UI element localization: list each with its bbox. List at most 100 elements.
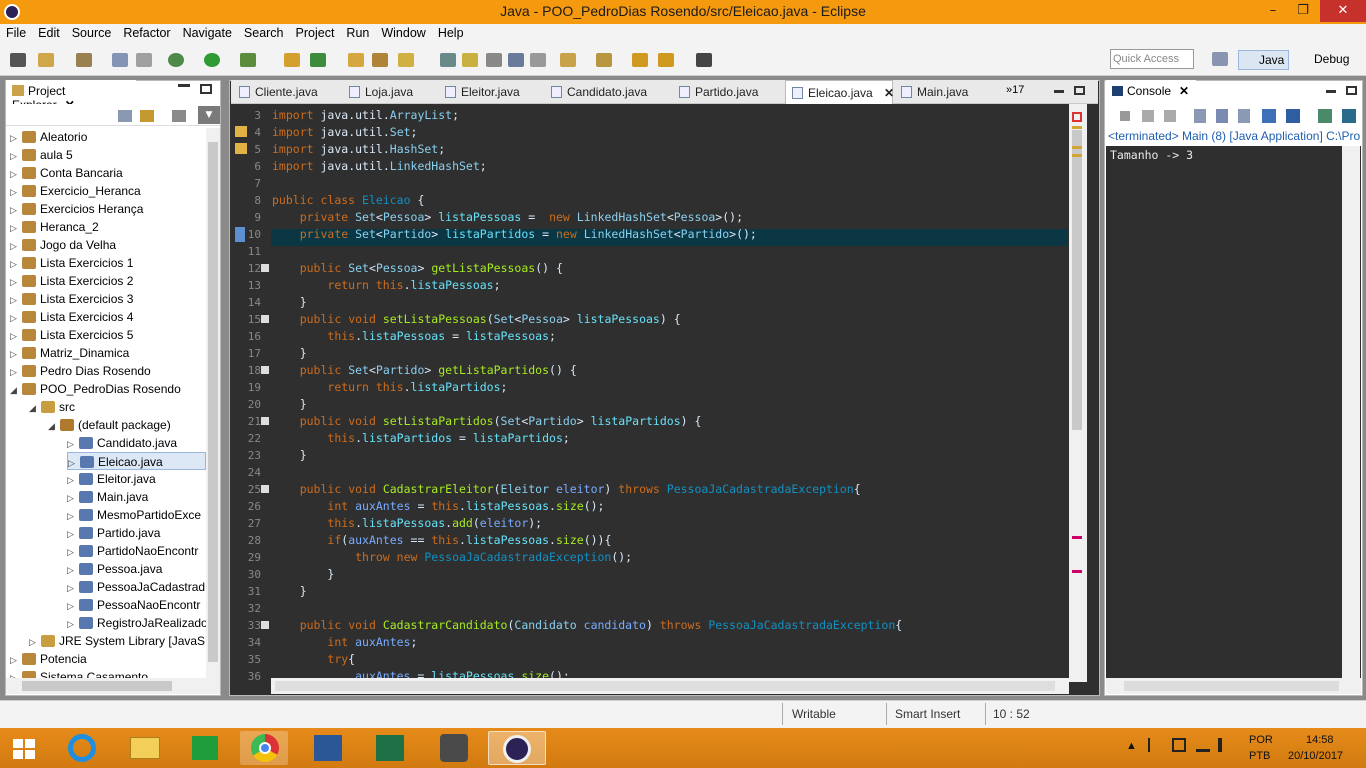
tree-item[interactable]: ▷ Lista Exercicios 4 <box>10 308 206 326</box>
expand-arrow-icon[interactable]: ▷ <box>10 309 22 327</box>
volume-icon[interactable] <box>1218 738 1232 752</box>
menu-file[interactable]: File <box>0 24 32 44</box>
expand-arrow-icon[interactable]: ▷ <box>10 291 22 309</box>
show-on-output-icon[interactable] <box>1262 109 1276 123</box>
prev-annotation-icon[interactable] <box>596 53 612 67</box>
editor-tab[interactable]: Main.java <box>895 80 991 104</box>
eclipse-taskbar-icon[interactable] <box>488 731 546 765</box>
editor-tab[interactable]: Loja.java <box>343 80 437 104</box>
console-output-area[interactable]: Tamanho -> 3 <box>1106 146 1361 678</box>
tree-item[interactable]: ▷ Pessoa.java <box>67 560 206 578</box>
expand-arrow-icon[interactable]: ▷ <box>29 633 41 651</box>
close-tab-icon[interactable]: ✕ <box>881 86 894 100</box>
tree-item[interactable]: ▷ Lista Exercicios 5 <box>10 326 206 344</box>
expand-arrow-icon[interactable]: ◢ <box>48 417 60 435</box>
fold-toggle-icon[interactable] <box>261 264 269 272</box>
tree-item[interactable]: ▷ aula 5 <box>10 146 206 164</box>
expand-arrow-icon[interactable]: ▷ <box>67 543 79 561</box>
skip-breakpoints-icon[interactable] <box>10 53 26 67</box>
tree-item[interactable]: ▷ RegistroJaRealizado <box>67 614 206 632</box>
console-vscroll[interactable] <box>1342 146 1360 678</box>
tree-item[interactable]: ▷ Matriz_Dinamica <box>10 344 206 362</box>
pin-console-icon[interactable] <box>1318 109 1332 123</box>
editor-vscroll[interactable] <box>1069 104 1087 682</box>
expand-arrow-icon[interactable]: ▷ <box>67 597 79 615</box>
display-console-icon[interactable] <box>1342 109 1356 123</box>
maximize-button[interactable]: ❐ <box>1288 0 1318 22</box>
menu-help[interactable]: Help <box>432 24 470 44</box>
tree-item[interactable]: ◢ POO_PedroDias Rosendo <box>10 380 206 398</box>
new-java-project-icon[interactable] <box>284 53 300 67</box>
remove-launch-icon[interactable] <box>1142 110 1154 122</box>
editor-overflow-tabs[interactable]: »17 <box>1006 84 1024 96</box>
explorer-vscroll[interactable] <box>206 128 220 678</box>
expand-arrow-icon[interactable]: ▷ <box>10 363 22 381</box>
chrome-icon[interactable] <box>240 731 288 765</box>
expand-arrow-icon[interactable]: ◢ <box>10 381 22 399</box>
new-class-icon[interactable] <box>310 53 326 67</box>
link-editor-icon[interactable] <box>140 110 154 122</box>
console-hscroll-thumb[interactable] <box>1124 681 1339 691</box>
debug-icon[interactable] <box>168 53 184 67</box>
expand-arrow-icon[interactable]: ▷ <box>10 201 22 219</box>
tree-item[interactable]: ▷ Sistema Casamento <box>10 668 206 678</box>
fold-toggle-icon[interactable] <box>261 315 269 323</box>
expand-arrow-icon[interactable]: ◢ <box>29 399 41 417</box>
editor-maximize-icon[interactable] <box>1074 86 1085 95</box>
quick-access-input[interactable]: Quick Access <box>1110 49 1194 69</box>
tree-item[interactable]: ▷ Eleitor.java <box>67 470 206 488</box>
console-tab[interactable]: Console ✕ <box>1106 80 1196 104</box>
language-secondary[interactable]: PTB <box>1249 750 1270 762</box>
paragraph-icon[interactable] <box>530 53 546 67</box>
excel-icon[interactable] <box>364 731 412 765</box>
sublime-text-icon[interactable] <box>428 731 476 765</box>
save-icon[interactable] <box>112 53 128 67</box>
java-perspective-button[interactable]: Java <box>1238 50 1290 70</box>
back-icon[interactable] <box>658 53 674 67</box>
minimize-button[interactable]: – <box>1258 0 1288 22</box>
console-maximize-icon[interactable] <box>1346 86 1357 95</box>
fold-toggle-icon[interactable] <box>261 417 269 425</box>
editor-hscroll[interactable] <box>271 678 1069 694</box>
fold-toggle-icon[interactable] <box>261 366 269 374</box>
new-project-icon[interactable] <box>76 53 92 67</box>
new-icon[interactable] <box>38 53 54 67</box>
tree-item[interactable]: ▷ Jogo da Velha <box>10 236 206 254</box>
forward-icon[interactable] <box>696 53 712 67</box>
tree-item[interactable]: ◢ src <box>29 398 206 416</box>
tree-item[interactable]: ▷ Pedro Dias Rosendo <box>10 362 206 380</box>
explorer-hscroll-thumb[interactable] <box>22 681 172 691</box>
tree-item[interactable]: ▷ Exercicios Herança <box>10 200 206 218</box>
explorer-hscroll[interactable] <box>6 678 220 694</box>
fold-toggle-icon[interactable] <box>261 621 269 629</box>
expand-arrow-icon[interactable]: ▷ <box>67 615 79 633</box>
tree-item[interactable]: ▷ Lista Exercicios 1 <box>10 254 206 272</box>
open-perspective-icon[interactable] <box>1212 52 1228 66</box>
clear-console-icon[interactable] <box>1194 109 1206 123</box>
next-annotation-icon[interactable] <box>560 53 576 67</box>
editor-tab[interactable]: Partido.java <box>673 80 783 104</box>
console-hscroll[interactable] <box>1106 678 1361 694</box>
editor-hscroll-thumb[interactable] <box>275 681 1055 691</box>
tree-item[interactable]: ▷ Heranca_2 <box>10 218 206 236</box>
fold-toggle-icon[interactable] <box>261 485 269 493</box>
tree-item[interactable]: ◢ (default package) <box>48 416 206 434</box>
minimize-view-icon[interactable] <box>178 84 190 87</box>
expand-arrow-icon[interactable]: ▷ <box>10 129 22 147</box>
menu-refactor[interactable]: Refactor <box>117 24 176 44</box>
show-hidden-icons[interactable]: ▲ <box>1126 740 1137 752</box>
expand-arrow-icon[interactable]: ▷ <box>10 147 22 165</box>
expand-arrow-icon[interactable]: ▷ <box>10 255 22 273</box>
expand-arrow-icon[interactable]: ▷ <box>10 345 22 363</box>
view-menu-icon[interactable]: ▼ <box>198 106 220 124</box>
close-console-icon[interactable]: ✕ <box>1179 84 1189 98</box>
tree-item[interactable]: ▷ PessoaJaCadastrad <box>67 578 206 596</box>
tree-item[interactable]: ▷ Candidato.java <box>67 434 206 452</box>
clock-date[interactable]: 20/10/2017 <box>1288 750 1343 762</box>
project-explorer-tab[interactable]: Project Explorer✕ <box>6 80 136 112</box>
editor-minimize-icon[interactable] <box>1054 90 1064 93</box>
show-on-error-icon[interactable] <box>1286 109 1300 123</box>
expand-arrow-icon[interactable]: ▷ <box>67 525 79 543</box>
word-icon[interactable] <box>302 731 350 765</box>
menu-run[interactable]: Run <box>340 24 375 44</box>
